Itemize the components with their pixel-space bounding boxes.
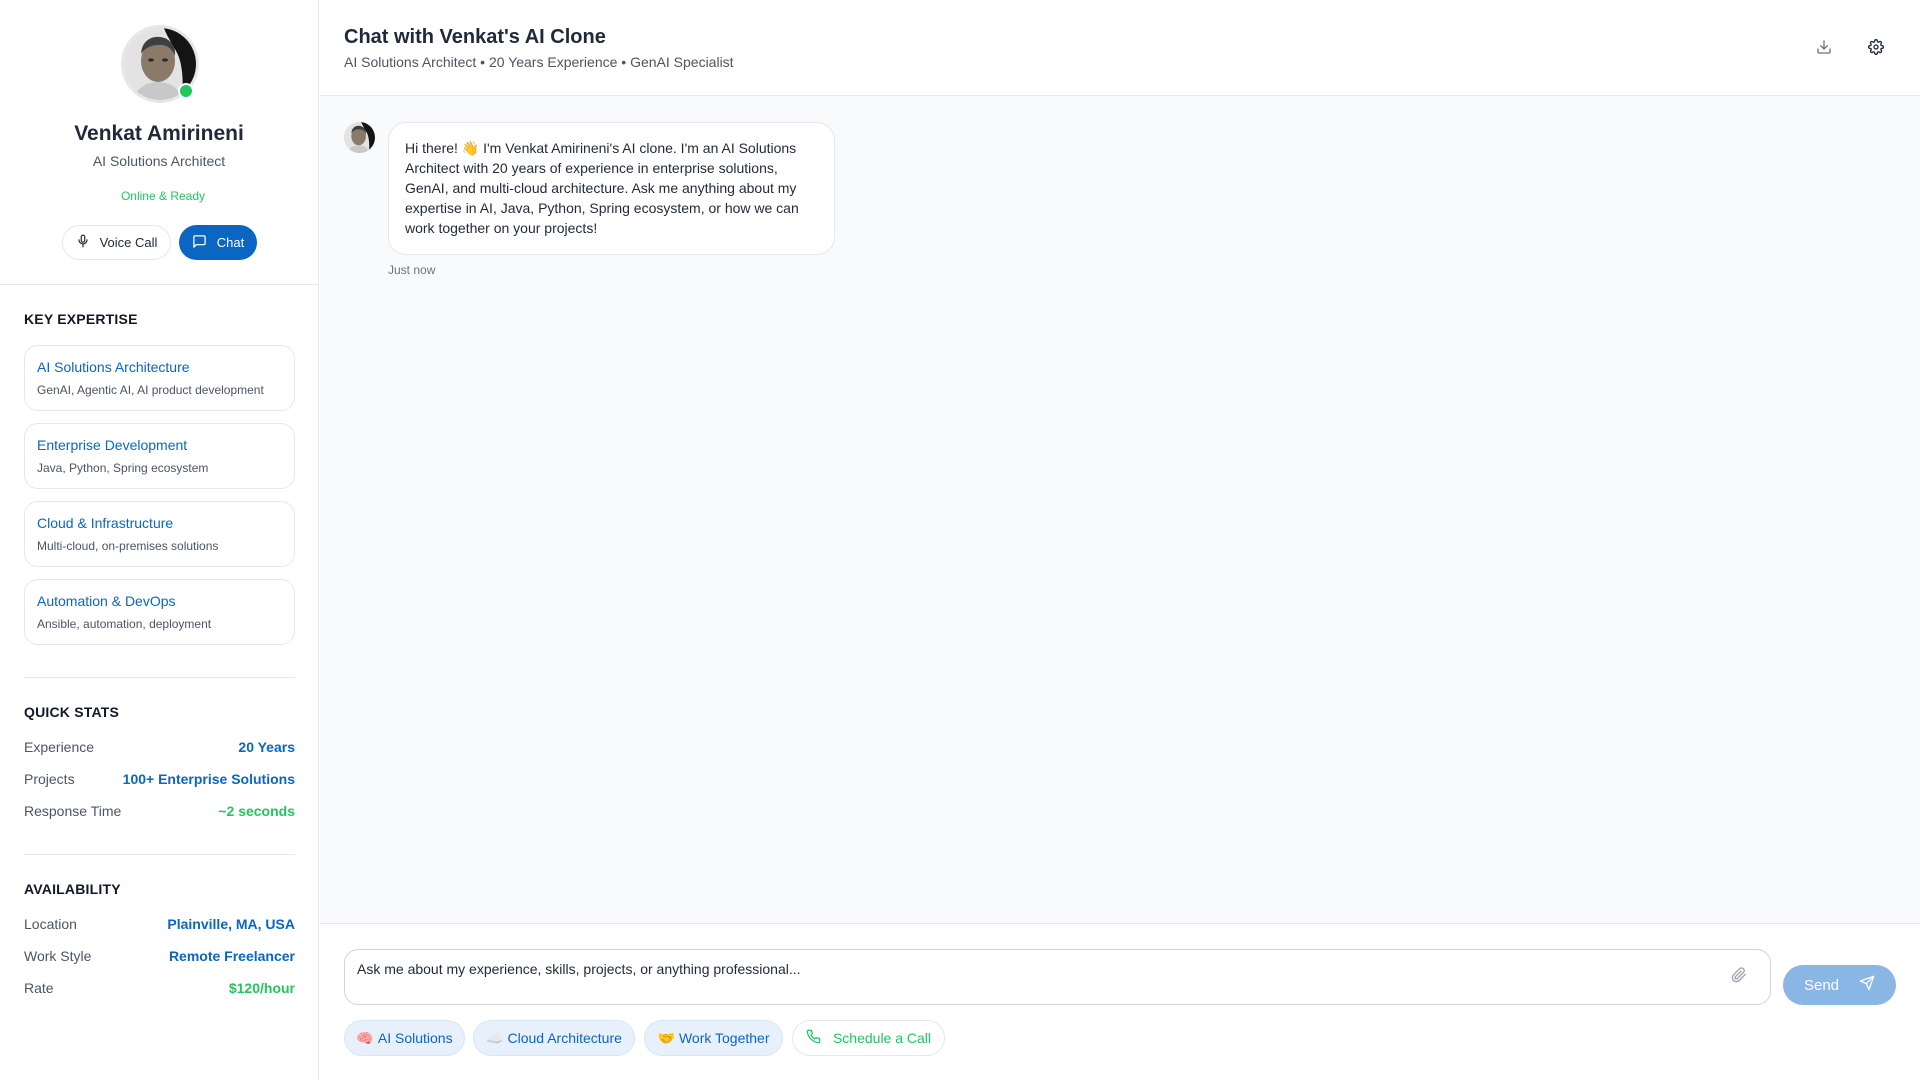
stat-value: ~2 seconds <box>218 803 295 819</box>
message-input[interactable] <box>357 958 1717 980</box>
send-label: Send <box>1803 976 1840 994</box>
chat-header: Chat with Venkat's AI Clone AI Solutions… <box>320 0 1920 96</box>
message-input-box <box>344 949 1771 1005</box>
online-status-dot <box>178 83 194 99</box>
availability-value: $120/hour <box>228 980 295 996</box>
quick-reply-label: Cloud Architecture <box>507 1030 622 1046</box>
profile-name: Venkat Amirineni <box>74 122 244 145</box>
expertise-card-description: GenAI, Agentic AI, AI product developmen… <box>37 383 264 397</box>
quick-reply-cloud-architecture[interactable]: ☁️ Cloud Architecture <box>473 1020 635 1056</box>
message-square-icon <box>192 234 207 252</box>
expertise-card-description: Ansible, automation, deployment <box>37 617 212 631</box>
stat-row-projects: Projects 100+ Enterprise Solutions <box>24 771 295 791</box>
profile-card: Venkat Amirineni AI Solutions Architect … <box>0 0 318 285</box>
stat-value: 100+ Enterprise Solutions <box>122 771 295 787</box>
expertise-card-description: Java, Python, Spring ecosystem <box>37 461 209 475</box>
paperclip-icon[interactable] <box>1731 967 1751 987</box>
expertise-card-title: Enterprise Development <box>37 437 188 453</box>
page-subtitle: AI Solutions Architect • 20 Years Experi… <box>344 54 734 70</box>
stat-row-response-time: Response Time ~2 seconds <box>24 803 295 823</box>
chat-button[interactable]: Chat <box>179 225 257 260</box>
expertise-card[interactable]: Automation & DevOps Ansible, automation,… <box>24 579 295 645</box>
chat-label: Chat <box>216 235 245 250</box>
handshake-icon: 🤝 <box>657 1029 675 1046</box>
availability-row-work-style: Work Style Remote Freelancer <box>24 948 295 968</box>
stat-row-experience: Experience 20 Years <box>24 739 295 759</box>
message-avatar <box>344 122 375 153</box>
key-expertise-title: KEY EXPERTISE <box>24 311 138 327</box>
download-icon[interactable] <box>1813 36 1835 58</box>
section-divider <box>24 854 295 855</box>
quick-stats-title: QUICK STATS <box>24 704 120 720</box>
stat-label: Experience <box>24 739 95 755</box>
stat-label: Projects <box>24 771 75 787</box>
message-timestamp: Just now <box>388 263 436 277</box>
chat-panel: Chat with Venkat's AI Clone AI Solutions… <box>320 0 1920 1080</box>
gear-icon[interactable] <box>1865 36 1887 58</box>
message-composer: Send 🧠 AI Solutions ☁️ Cloud Architectur… <box>320 923 1920 1080</box>
availability-value: Plainville, MA, USA <box>167 916 295 932</box>
availability-row-rate: Rate $120/hour <box>24 980 295 1000</box>
send-button[interactable]: Send <box>1783 965 1896 1005</box>
page-title: Chat with Venkat's AI Clone <box>344 26 606 48</box>
expertise-card[interactable]: Cloud & Infrastructure Multi-cloud, on-p… <box>24 501 295 567</box>
schedule-call-label: Schedule a Call <box>832 1030 932 1046</box>
availability-value: Remote Freelancer <box>168 948 295 964</box>
availability-row-location: Location Plainville, MA, USA <box>24 916 295 936</box>
expertise-card[interactable]: AI Solutions Architecture GenAI, Agentic… <box>24 345 295 411</box>
schedule-call-button[interactable]: Schedule a Call <box>792 1020 945 1056</box>
profile-role: AI Solutions Architect <box>92 153 226 169</box>
quick-reply-ai-solutions[interactable]: 🧠 AI Solutions <box>344 1020 465 1056</box>
quick-reply-label: AI Solutions <box>377 1030 453 1046</box>
phone-icon <box>806 1029 821 1047</box>
expertise-card-title: Automation & DevOps <box>37 593 176 609</box>
availability-label: Location <box>24 916 77 932</box>
sidebar: Venkat Amirineni AI Solutions Architect … <box>0 0 319 1080</box>
send-icon <box>1859 975 1875 995</box>
expertise-card[interactable]: Enterprise Development Java, Python, Spr… <box>24 423 295 489</box>
availability-label: Rate <box>24 980 54 996</box>
quick-reply-work-together[interactable]: 🤝 Work Together <box>644 1020 783 1056</box>
stat-label: Response Time <box>24 803 122 819</box>
expertise-card-title: Cloud & Infrastructure <box>37 515 174 531</box>
brain-icon: 🧠 <box>356 1029 374 1046</box>
quick-reply-label: Work Together <box>678 1030 770 1046</box>
availability-title: AVAILABILITY <box>24 881 121 897</box>
availability-label: Work Style <box>24 948 92 964</box>
cloud-icon: ☁️ <box>486 1029 504 1046</box>
stat-value: 20 Years <box>238 739 295 755</box>
expertise-card-description: Multi-cloud, on-premises solutions <box>37 539 219 553</box>
message-bubble: Hi there! 👋 I'm Venkat Amirineni's AI cl… <box>388 122 835 255</box>
voice-call-label: Voice Call <box>99 235 158 250</box>
online-status-text: Online & Ready <box>120 189 206 203</box>
expertise-card-title: AI Solutions Architecture <box>37 359 190 375</box>
section-divider <box>24 677 295 678</box>
microphone-icon <box>76 234 90 251</box>
voice-call-button[interactable]: Voice Call <box>62 225 171 260</box>
